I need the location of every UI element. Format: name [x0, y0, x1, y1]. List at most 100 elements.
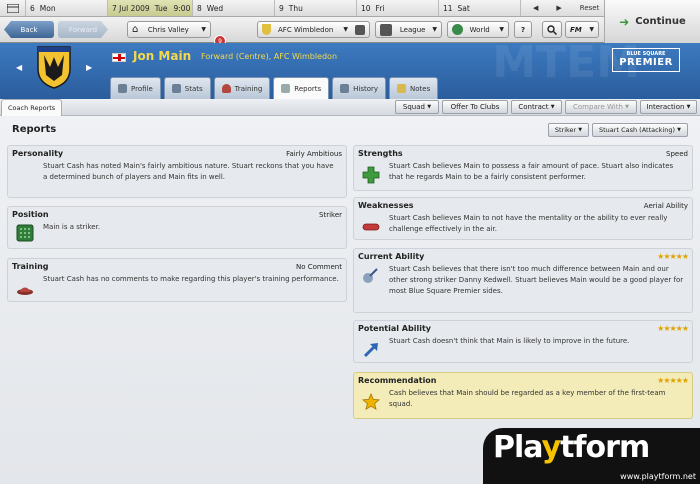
tab-reports[interactable]: Reports — [273, 77, 330, 99]
chevron-down-icon: ▼ — [677, 127, 681, 133]
chevron-down-icon: ▼ — [550, 104, 555, 110]
position-panel: Position Striker Main is a striker. — [7, 206, 347, 249]
panel-title: Current Ability — [358, 252, 425, 261]
world-dropdown[interactable]: World ▼ — [447, 21, 509, 38]
league-table-icon — [380, 23, 392, 36]
squad-icon — [355, 24, 365, 35]
chevron-down-icon: ▼ — [427, 104, 432, 110]
star-icon — [362, 393, 380, 411]
panel-value: Aerial Ability — [643, 202, 688, 210]
tab-notes[interactable]: Notes — [389, 77, 439, 99]
chevron-down-icon: ▼ — [686, 104, 691, 110]
panel-text: Stuart Cash believes that there isn't to… — [389, 265, 684, 295]
league-dropdown[interactable]: League ▼ — [375, 21, 442, 38]
calendar-strip: 6 Mon 7 Jul 2009 Tue 9:00 8 Wed 9 Thu 10 Fri 1… — [0, 0, 700, 17]
globe-icon — [452, 24, 463, 35]
subtab-coach-reports[interactable]: Coach Reports — [1, 99, 63, 116]
tab-profile[interactable]: Profile — [110, 77, 161, 99]
history-icon — [340, 84, 350, 93]
continue-button[interactable]: ➜ Continue — [604, 0, 700, 43]
search-button[interactable] — [542, 21, 562, 38]
compare-with-button[interactable]: Compare With ▼ — [565, 100, 637, 114]
notes-icon — [397, 84, 407, 93]
panel-text: Stuart Cash has no comments to make rega… — [43, 275, 339, 283]
weaknesses-panel: Weaknesses Aerial Ability Stuart Cash be… — [353, 197, 693, 240]
calendar-day[interactable]: 8 Wed — [193, 0, 275, 16]
player-name: Jon Main — [133, 49, 192, 63]
potential-ability-panel: Potential Ability ★★★★★ Stuart Cash does… — [353, 320, 693, 363]
forward-button[interactable]: Forward — [58, 21, 108, 38]
england-flag-icon — [112, 53, 126, 62]
panel-title: Training — [12, 262, 49, 271]
calendar-day[interactable]: 11 Sat — [439, 0, 521, 16]
player-description[interactable]: Forward (Centre), AFC Wimbledon — [201, 52, 337, 61]
star-rating: ★★★★★ — [657, 252, 689, 261]
calendar-next-icon[interactable]: ▶ — [556, 4, 561, 12]
calendar-day[interactable]: 10 Fri — [357, 0, 439, 16]
current-ability-panel: Current Ability ★★★★★ Stuart Cash believ… — [353, 248, 693, 313]
chevron-down-icon: ▼ — [578, 127, 583, 133]
report-icon — [281, 84, 291, 93]
watermark-url: www.playtform.net — [620, 472, 696, 481]
position-filter-dropdown[interactable]: Striker ▼ — [548, 123, 589, 137]
panel-text: Cash believes that Main should be regard… — [389, 389, 666, 408]
club-crest-icon — [262, 24, 271, 35]
previous-player-icon[interactable]: ◀ — [16, 63, 22, 72]
strengths-panel: Strengths Speed Stuart Cash believes Mai… — [353, 145, 693, 191]
competition-logo[interactable]: BLUE SQUARE PREMIER — [612, 48, 680, 72]
panel-text: Main is a striker. — [43, 223, 101, 231]
tab-stats[interactable]: Stats — [163, 77, 211, 99]
offer-to-clubs-button[interactable]: Offer To Clubs — [442, 100, 508, 114]
profile-icon — [118, 84, 127, 93]
chevron-down-icon: ▼ — [432, 26, 437, 33]
tab-training[interactable]: Training — [213, 77, 271, 99]
manager-dropdown[interactable]: ⌂ Chris Valley ▼ — [127, 21, 211, 38]
chevron-down-icon: ▼ — [201, 26, 206, 33]
coach-filter-dropdown[interactable]: Stuart Cash (Attacking) ▼ — [592, 123, 688, 137]
arrow-up-right-icon — [363, 343, 378, 358]
training-cone-icon — [17, 287, 33, 295]
panel-title: Personality — [12, 149, 64, 158]
help-button[interactable]: ? — [514, 21, 532, 38]
panel-value: Striker — [319, 211, 342, 219]
interaction-button[interactable]: Interaction ▼ — [640, 100, 697, 114]
player-header: MTEM ◀ ▶ Jon Main Forward (Centre), AFC … — [0, 43, 700, 99]
fm-menu-button[interactable]: FM ▼ — [565, 21, 599, 38]
panel-text: Stuart Cash believes Main to not have th… — [389, 214, 668, 233]
chevron-down-icon: ▼ — [625, 104, 629, 110]
next-player-icon[interactable]: ▶ — [86, 63, 92, 72]
contract-button[interactable]: Contract ▼ — [511, 100, 562, 114]
panel-value: Fairly Ambitious — [286, 150, 342, 158]
action-bar: Coach Reports Squad ▼ Offer To Clubs Con… — [0, 99, 700, 116]
search-icon — [547, 24, 557, 35]
recommendation-panel: Recommendation ★★★★★ Cash believes that … — [353, 372, 693, 419]
back-button[interactable]: Back — [4, 21, 54, 38]
star-rating: ★★★★★ — [657, 376, 689, 385]
personality-panel: Personality Fairly Ambitious Stuart Cash… — [7, 145, 347, 198]
club-crest-icon — [37, 46, 71, 89]
calendar-day-today[interactable]: 7 Jul 2009 Tue 9:00 — [108, 0, 193, 16]
panel-title: Strengths — [358, 149, 403, 158]
calendar-day[interactable]: 9 Thu — [275, 0, 357, 16]
menu-icon[interactable] — [0, 0, 26, 16]
panel-value: No Comment — [295, 263, 342, 271]
squad-button[interactable]: Squad ▼ — [395, 100, 439, 114]
page-title: Reports — [12, 124, 57, 135]
home-icon: ⌂ — [132, 24, 139, 35]
calendar-reset-button[interactable]: Reset — [580, 4, 600, 12]
team-dropdown[interactable]: AFC Wimbledon ▼ — [257, 21, 370, 38]
tab-history[interactable]: History — [332, 77, 387, 99]
continue-arrow-icon: ➜ — [619, 14, 630, 29]
navigation-bar: Back Forward ⌂ Chris Valley ▼ 9 AFC Wimbl… — [0, 17, 700, 47]
panel-title: Recommendation — [358, 376, 437, 385]
panel-text: Stuart Cash doesn't think that Main is l… — [389, 337, 630, 345]
panel-title: Potential Ability — [358, 324, 431, 333]
calendar-prev-icon[interactable]: ◀ — [533, 4, 538, 12]
training-panel: Training No Comment Stuart Cash has no c… — [7, 258, 347, 302]
calendar-day[interactable]: 6 Mon — [26, 0, 108, 16]
panel-text: Stuart Cash believes Main to possess a f… — [389, 162, 674, 181]
panel-text: Stuart Cash has noted Main's fairly ambi… — [43, 162, 334, 181]
stats-icon — [171, 84, 181, 93]
plus-icon — [362, 166, 380, 184]
help-icon: ? — [520, 25, 526, 34]
